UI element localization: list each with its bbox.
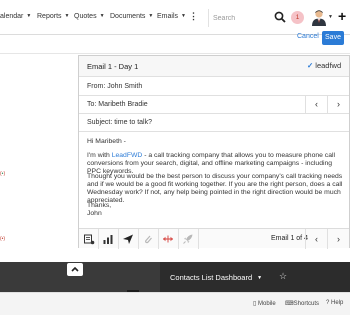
search-input[interactable]: [213, 11, 273, 25]
toolbar-divider: [198, 229, 199, 249]
record-fragment: (•): [0, 171, 6, 177]
leadfwd-logo: ✓ leadfwd: [307, 61, 341, 70]
email-greeting: Hi Maribeth -: [87, 138, 126, 145]
nav-emails-label: Emails: [157, 13, 179, 20]
nav-quotes[interactable]: Quotes ▼: [74, 13, 105, 20]
nav-reports-label: Reports: [37, 13, 62, 20]
mobile-label: Mobile: [257, 301, 276, 307]
email-preview-panel: Email 1 - Day 1 ✓ leadfwd From: John Smit…: [78, 55, 350, 249]
email-closing: Thanks,: [87, 202, 112, 209]
chevron-right-icon[interactable]: ›: [327, 96, 349, 113]
help-link[interactable]: ? Help: [326, 300, 343, 306]
toolbar-divider: [118, 229, 119, 249]
chevron-down-icon: ▼: [148, 13, 154, 19]
dashboard-title[interactable]: Contacts List Dashboard ▼: [170, 273, 262, 282]
check-icon: ✓: [307, 61, 314, 70]
shortcuts-link[interactable]: ⌨Shortcuts: [285, 300, 319, 307]
help-icon: ?: [326, 300, 330, 306]
email-title: Email 1 - Day 1: [87, 62, 139, 71]
keyboard-icon: ⌨: [285, 301, 294, 307]
nav-calendar-label: alendar: [0, 13, 24, 20]
logo-text: leadfwd: [315, 61, 342, 70]
email-toolbar: Email 1 of 4 ‹ ›: [79, 228, 349, 249]
chevron-down-icon: ▼: [181, 13, 186, 19]
chevron-down-icon: ▼: [64, 13, 70, 19]
plus-icon[interactable]: +: [338, 8, 346, 24]
split-icon[interactable]: [162, 233, 174, 245]
collapse-toggle[interactable]: [67, 263, 83, 276]
top-navigation: alendar ▼ Reports ▼ Quotes ▼ Documents ▼ Ema…: [0, 0, 350, 35]
toolbar-divider: [98, 229, 99, 249]
email-counter: Email 1 of 4: [271, 235, 308, 242]
template-icon[interactable]: [83, 233, 95, 245]
toolbar-divider: [158, 229, 159, 249]
save-button[interactable]: Save: [322, 31, 344, 45]
cancel-button[interactable]: Cancel: [297, 33, 319, 40]
nav-quotes-label: Quotes: [74, 13, 97, 20]
mobile-icon: ▯: [253, 301, 257, 307]
dashboard-title-label: Contacts List Dashboard: [170, 273, 253, 282]
email-signature: John: [87, 210, 102, 217]
avatar[interactable]: [311, 9, 327, 26]
star-icon[interactable]: ☆: [279, 271, 287, 282]
chevron-down-icon[interactable]: ▼: [328, 14, 333, 20]
from-field: From: John Smith: [87, 83, 143, 90]
rocket-icon[interactable]: [182, 233, 194, 245]
to-field: To: Maribeth Bradie: [87, 101, 148, 108]
subject-row: Subject: time to talk?: [79, 114, 349, 132]
leadfwd-link[interactable]: LeadFWD: [112, 152, 143, 159]
chevron-right-icon[interactable]: ›: [327, 229, 349, 249]
para1-text: I'm with: [87, 152, 112, 159]
nav-documents-label: Documents: [110, 13, 146, 20]
search-icon[interactable]: [274, 11, 286, 23]
chevron-left-icon[interactable]: ‹: [305, 96, 327, 113]
notification-badge[interactable]: 1: [291, 11, 304, 24]
help-label: Help: [331, 300, 344, 306]
chevron-down-icon: ▼: [99, 13, 105, 19]
mobile-link[interactable]: ▯ Mobile: [253, 300, 276, 307]
nav-documents[interactable]: Documents ▼: [110, 13, 153, 20]
chevron-down-icon: ▼: [257, 275, 263, 281]
email-header: Email 1 - Day 1 ✓ leadfwd: [79, 56, 349, 77]
nav-reports[interactable]: Reports ▼: [37, 13, 69, 20]
nav-calendar[interactable]: alendar ▼: [0, 13, 31, 20]
email-paragraph-2: Thought you would be the best person to …: [87, 173, 343, 204]
chevron-down-icon: ▼: [26, 13, 32, 19]
record-fragment: (•): [0, 236, 6, 242]
attachment-icon[interactable]: [142, 233, 154, 245]
toolbar-divider: [178, 229, 179, 249]
shortcuts-label: Shortcuts: [293, 301, 320, 307]
subject-field: Subject: time to talk?: [87, 119, 152, 126]
nav-emails[interactable]: Emails ▼: [157, 13, 186, 20]
chevron-left-icon[interactable]: ‹: [305, 229, 327, 249]
chevron-up-icon: [71, 266, 79, 272]
stats-icon[interactable]: [102, 233, 114, 245]
more-menu-icon[interactable]: ⋮: [189, 11, 198, 22]
toolbar-divider: [138, 229, 139, 249]
send-icon[interactable]: [122, 233, 134, 245]
to-row: To: Maribeth Bradie ‹ ›: [79, 96, 349, 114]
from-row: From: John Smith: [79, 77, 349, 96]
